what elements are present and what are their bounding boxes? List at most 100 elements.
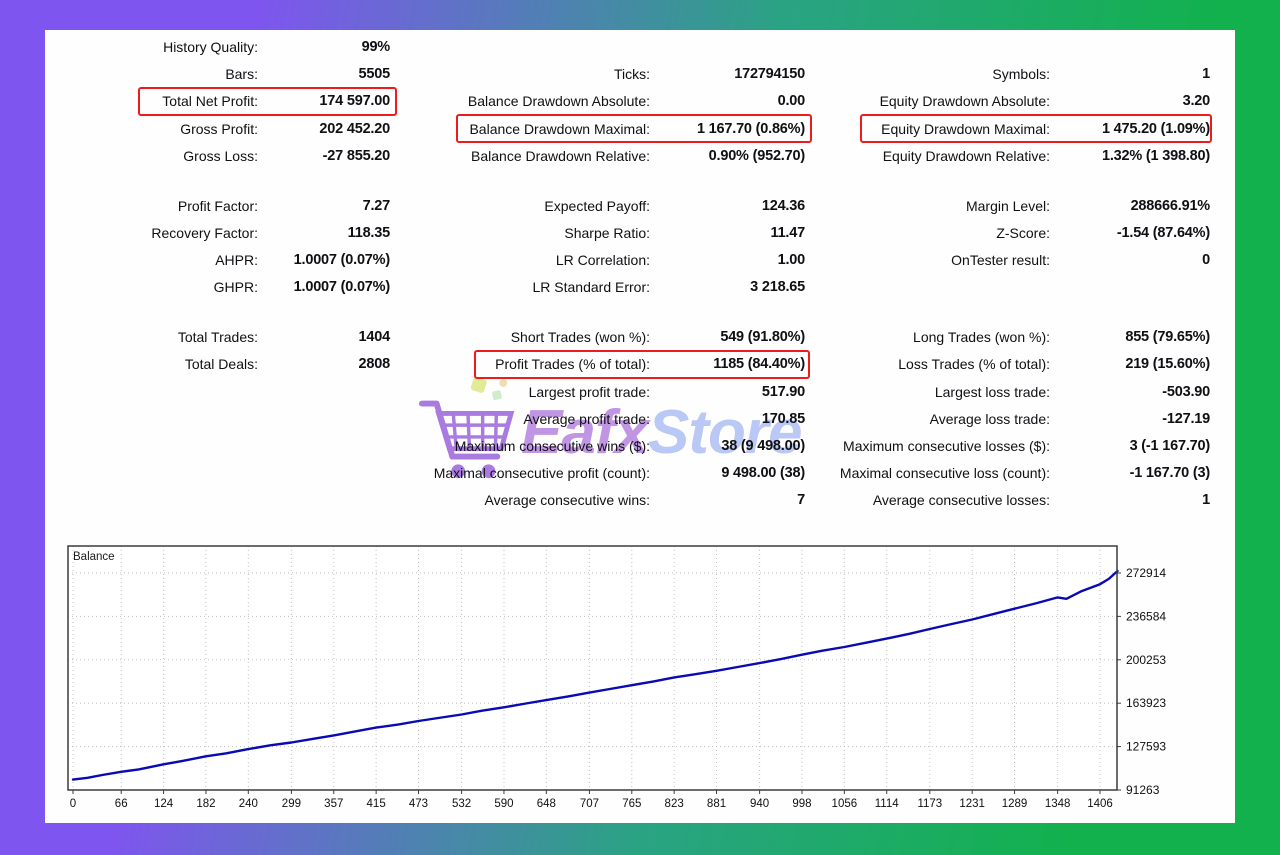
stat-pair: Gross Profit: 202 452.20 [45, 115, 390, 142]
stat-row: AHPR: 1.0007 (0.07%) LR Correlation: 1.00 On… [45, 247, 1235, 274]
stat-value: 124.36 [761, 197, 805, 214]
stat-row: Total Net Profit: 174 597.00 Balance Drawd… [45, 86, 1235, 117]
stat-label: Short Trades (won %): [510, 329, 650, 346]
stat-pair: Long Trades (won %): 855 (79.65%) [805, 324, 1210, 351]
stat-label: Average profit trade: [523, 410, 650, 427]
balance-chart: 0 66 124 182 240 299 357 415 473 532 590 648 707 765 8… [60, 542, 1200, 819]
stat-row: Average consecutive wins: 7 Average consec… [45, 487, 1235, 514]
stat-row: Gross Profit: 202 452.20 Balance Drawdown … [45, 113, 1235, 144]
stat-pair-highlighted: Profit Trades (% of total): 1185 (84.40%) [390, 349, 810, 380]
stat-label: Z-Score: [996, 224, 1050, 241]
stat-pair: Bars: 5505 [45, 61, 390, 88]
stat-label: Gross Profit: [180, 120, 258, 137]
stat-pair: Equity Drawdown Absolute: 3.20 [805, 88, 1211, 115]
stat-label: Equity Drawdown Maximal: [881, 120, 1050, 137]
stat-label: History Quality: [163, 38, 258, 55]
stat-value: 0.90% (952.70) [708, 147, 806, 164]
stat-value: 549 (91.80%) [720, 329, 805, 346]
stat-label: Symbols: [992, 66, 1050, 83]
stat-pair: Total Deals: 2808 [45, 351, 390, 378]
stat-value: 1404 [358, 329, 391, 346]
stat-label: Maximal consecutive profit (count): [433, 465, 650, 482]
stat-pair: Average consecutive losses: 1 [805, 487, 1210, 514]
stat-value: 3 (-1 167.70) [1129, 438, 1211, 455]
x-tick-label: 532 [452, 798, 471, 810]
y-tick-label: 91263 [1126, 783, 1160, 797]
stat-pair: Balance Drawdown Relative: 0.90% (952.70) [390, 142, 805, 169]
stat-row: Maximum consecutive wins ($): 38 (9 498.0… [45, 432, 1235, 459]
stat-pair: Maximum consecutive losses ($): 3 (-1 167… [805, 432, 1210, 459]
y-tick-label: 163923 [1126, 696, 1166, 710]
stat-label: Equity Drawdown Absolute: [879, 93, 1050, 110]
stat-value: 1.00 [777, 252, 806, 269]
stat-pair: Average consecutive wins: 7 [390, 487, 806, 514]
stat-row: Maximal consecutive profit (count): 9 498… [45, 460, 1235, 487]
stat-value: 219 (15.60%) [1125, 356, 1210, 373]
x-tick-label: 1231 [959, 798, 985, 810]
stat-pair: Margin Level: 288666.91% [805, 192, 1210, 219]
stat-value: 1.32% (1 398.80) [1101, 147, 1210, 164]
x-tick-label: 1114 [875, 798, 899, 810]
stat-pair: Largest loss trade: -503.90 [805, 378, 1210, 405]
stat-row: Recovery Factor: 118.35 Sharpe Ratio: 11.47… [45, 219, 1235, 246]
stat-pair-empty [45, 405, 390, 432]
stat-label: Average consecutive wins: [484, 492, 651, 509]
stat-value: 174 597.00 [319, 93, 390, 110]
stat-label: LR Standard Error: [532, 279, 651, 296]
stat-value: 9 498.00 (38) [721, 465, 805, 482]
stat-pair: Sharpe Ratio: 11.47 [390, 219, 805, 246]
stat-pair: Total Trades: 1404 [45, 324, 390, 351]
stat-value: 1.0007 (0.07%) [293, 252, 391, 269]
x-tick-label: 240 [239, 798, 258, 810]
stat-pair: Recovery Factor: 118.35 [45, 219, 390, 246]
y-tick-label: 236584 [1126, 609, 1166, 623]
stat-pair: Average loss trade: -127.19 [805, 405, 1211, 432]
stat-value: 1185 (84.40%) [713, 356, 805, 373]
x-tick-label: 357 [324, 798, 343, 810]
stat-pair: GHPR: 1.0007 (0.07%) [45, 274, 391, 301]
stat-pair: AHPR: 1.0007 (0.07%) [45, 247, 390, 274]
stat-value: -1.54 (87.64%) [1116, 224, 1210, 241]
stat-value: 7.27 [362, 197, 391, 214]
stat-value: 1 [1202, 492, 1210, 509]
stat-label: AHPR: [215, 252, 258, 269]
stat-pair: Profit Factor: 7.27 [45, 192, 390, 219]
x-tick-label: 473 [409, 798, 428, 810]
x-tick-label: 1056 [832, 798, 858, 810]
stat-row: Largest profit trade: 517.90 Largest loss … [45, 378, 1235, 405]
x-tick-label: 998 [792, 798, 811, 810]
stat-label: Profit Trades (% of total): [495, 356, 650, 373]
stat-label: Balance Drawdown Relative: [471, 147, 650, 164]
stat-value: -503.90 [1162, 383, 1210, 400]
stat-label: Profit Factor: [177, 197, 258, 214]
stat-label: Balance Drawdown Maximal: [469, 120, 650, 137]
stat-value: -127.19 [1162, 410, 1210, 427]
stat-value: 1 167.70 (0.86%) [696, 120, 805, 137]
stat-value: 0 [1202, 252, 1210, 269]
stat-label: Gross Loss: [183, 147, 258, 164]
stat-pair-empty [45, 432, 390, 459]
stat-pair: Equity Drawdown Relative: 1.32% (1 398.80… [805, 142, 1210, 169]
x-tick-label: 66 [115, 798, 128, 810]
stat-value: 118.35 [347, 224, 391, 241]
stat-value: 3 218.65 [750, 279, 805, 296]
stat-label: GHPR: [213, 279, 258, 296]
stat-value: 11.47 [770, 224, 806, 241]
stat-pair: Expected Payoff: 124.36 [390, 192, 805, 219]
stat-value: 855 (79.65%) [1125, 329, 1210, 346]
stat-row: Average profit trade: 170.85 Average loss … [45, 405, 1235, 432]
stat-row: Total Trades: 1404 Short Trades (won %): 54… [45, 324, 1235, 351]
stat-pair: Maximal consecutive loss (count): -1 167.… [805, 460, 1210, 487]
stat-label: Loss Trades (% of total): [898, 356, 1050, 373]
stat-row: GHPR: 1.0007 (0.07%) LR Standard Error: 3 2… [45, 274, 1235, 301]
stat-label: Total Trades: [177, 329, 258, 346]
stat-value: 1 [1202, 66, 1210, 83]
stat-label: Maximum consecutive losses ($): [843, 438, 1050, 455]
stat-value: 99% [361, 38, 391, 55]
stat-row: Gross Loss: -27 855.20 Balance Drawdown Re… [45, 142, 1235, 169]
stat-pair: History Quality: 99% [45, 33, 390, 60]
stat-pair-empty [805, 274, 1210, 301]
stat-label: Average loss trade: [929, 410, 1050, 427]
stat-pair: Short Trades (won %): 549 (91.80%) [390, 324, 805, 351]
